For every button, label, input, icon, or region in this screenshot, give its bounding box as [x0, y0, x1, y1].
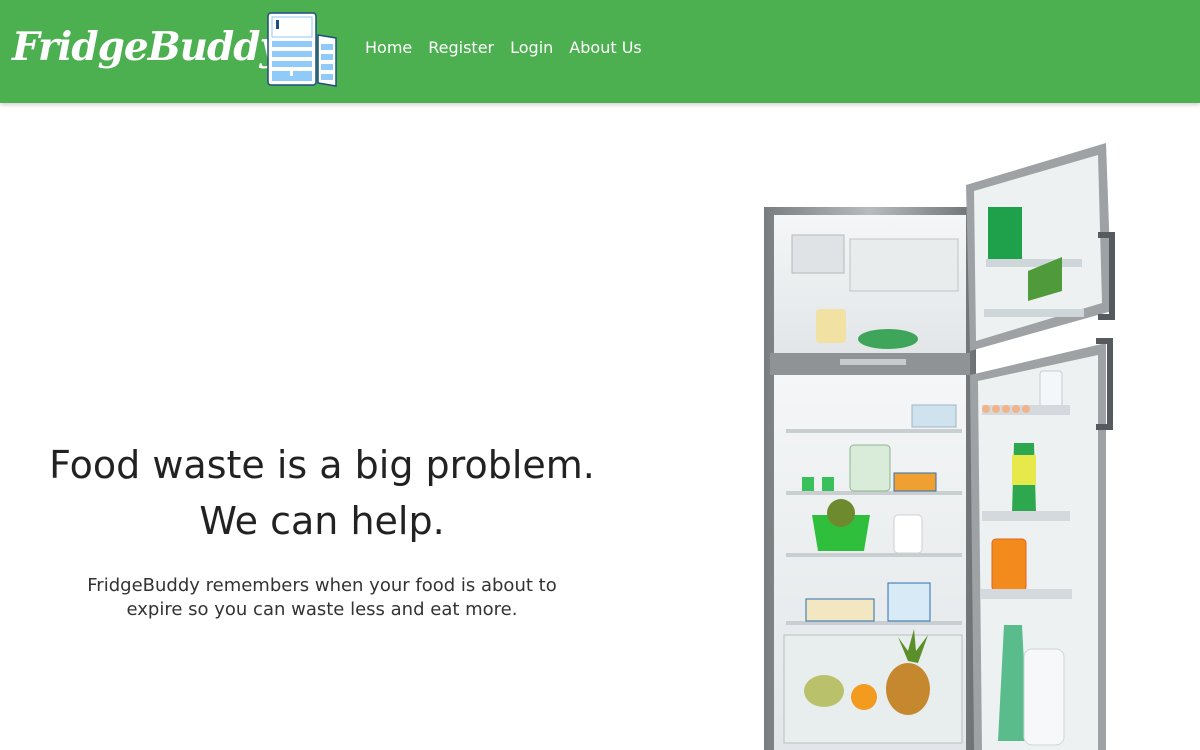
hero-subtext: FridgeBuddy remembers when your food is …	[87, 575, 557, 620]
hero-headline-line1: Food waste is a big problem.	[49, 443, 595, 487]
nav-link-login[interactable]: Login	[510, 38, 553, 57]
brand-name: FridgeBuddy	[12, 24, 282, 70]
fridge-icon	[267, 12, 337, 87]
hero-headline: Food waste is a big problem. We can help…	[22, 437, 622, 549]
nav-link-home[interactable]: Home	[365, 38, 412, 57]
nav-links: Home Register Login About Us	[365, 38, 658, 57]
open-fridge-image	[764, 143, 1115, 750]
hero-headline-line2: We can help.	[199, 499, 445, 543]
nav-link-about-us[interactable]: About Us	[569, 38, 641, 57]
navbar: FridgeBuddy Home Register Login About Us	[0, 0, 1200, 103]
hero-section: Food waste is a big problem. We can help…	[0, 103, 1200, 750]
nav-link-register[interactable]: Register	[428, 38, 494, 57]
